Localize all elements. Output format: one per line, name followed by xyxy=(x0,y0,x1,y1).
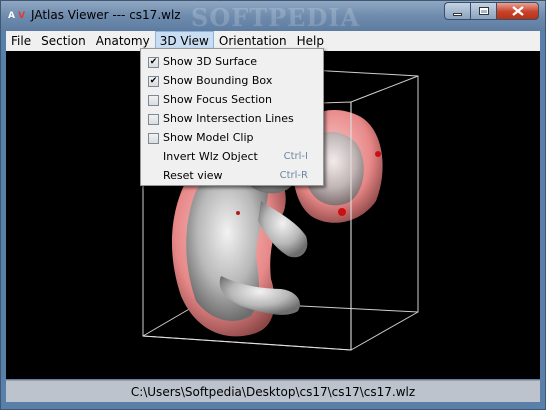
window-controls xyxy=(444,2,539,20)
close-icon xyxy=(511,6,524,16)
menu-item-show-3d-surface[interactable]: ✔ Show 3D Surface xyxy=(142,53,322,72)
menu-item-label: Show Focus Section xyxy=(163,93,272,106)
menu-item-label: Show Model Clip xyxy=(163,131,254,144)
menu-item-label: Show 3D Surface xyxy=(163,55,258,68)
3d-view-menu: ✔ Show 3D Surface ✔ Show Bounding Box Sh… xyxy=(140,48,324,186)
menu-item-label: Show Intersection Lines xyxy=(163,112,294,125)
menu-item-label: Show Bounding Box xyxy=(163,74,273,87)
menu-item-show-focus-section[interactable]: Show Focus Section xyxy=(142,91,322,110)
maximize-icon xyxy=(478,7,489,15)
app-icon[interactable]: A V xyxy=(8,9,28,23)
menu-file[interactable]: File xyxy=(6,31,36,51)
title-bar[interactable]: SOFTPEDIA A V JAtlas Viewer --- cs17.wlz xyxy=(1,1,545,32)
checkbox-show-model-clip[interactable] xyxy=(148,133,159,144)
menu-item-show-model-clip[interactable]: Show Model Clip xyxy=(142,129,322,148)
close-button[interactable] xyxy=(496,2,539,20)
menu-item-reset-view[interactable]: Reset view Ctrl-R xyxy=(142,167,322,186)
menu-item-show-bounding-box[interactable]: ✔ Show Bounding Box xyxy=(142,72,322,91)
status-bar: C:\Users\Softpedia\Desktop\cs17\cs17\cs1… xyxy=(6,380,540,402)
menu-item-shortcut: Ctrl-I xyxy=(283,151,308,162)
menu-item-shortcut: Ctrl-R xyxy=(279,170,308,181)
minimize-button[interactable] xyxy=(444,2,470,20)
watermark: SOFTPEDIA xyxy=(191,3,361,32)
app-icon-mark: V xyxy=(18,11,26,21)
menu-item-show-intersection-lines[interactable]: Show Intersection Lines xyxy=(142,110,322,129)
menu-item-invert-wlz-object[interactable]: Invert Wlz Object Ctrl-I xyxy=(142,148,322,167)
app-icon-letter: A xyxy=(8,11,15,21)
menu-section[interactable]: Section xyxy=(36,31,91,51)
menu-item-label: Reset view xyxy=(163,169,223,182)
maximize-button[interactable] xyxy=(470,2,496,20)
menu-item-label: Invert Wlz Object xyxy=(163,150,258,163)
checkbox-show-intersection-lines[interactable] xyxy=(148,114,159,125)
checkbox-show-focus-section[interactable] xyxy=(148,95,159,106)
checkbox-show-bounding-box[interactable]: ✔ xyxy=(148,76,159,87)
checkbox-show-3d-surface[interactable]: ✔ xyxy=(148,57,159,68)
minimize-icon xyxy=(453,12,462,16)
window-title: JAtlas Viewer --- cs17.wlz xyxy=(31,8,181,22)
